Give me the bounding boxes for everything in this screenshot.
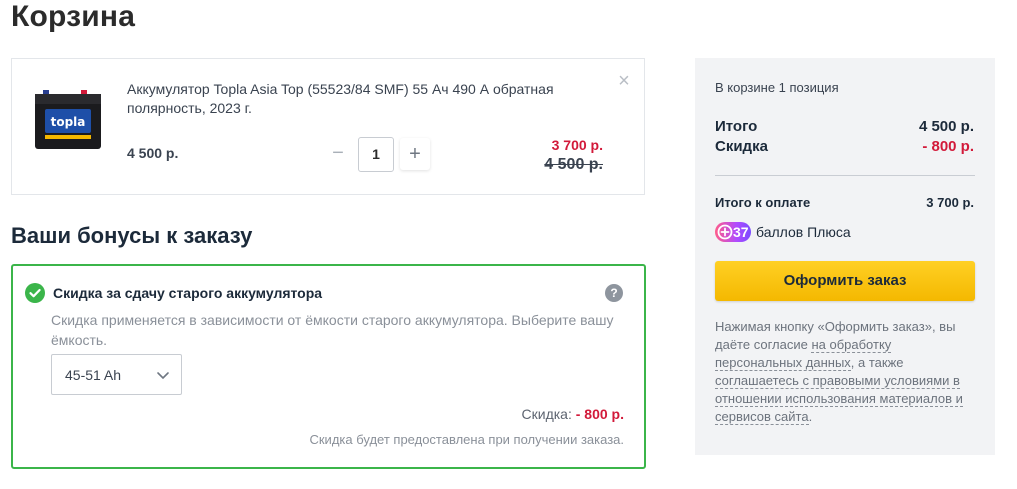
plus-badge: 37 — [715, 222, 751, 242]
divider — [715, 175, 975, 176]
total-value: 4 500 р. — [918, 118, 974, 135]
consent-text: Нажимая кнопку «Оформить заказ», вы даёт… — [715, 318, 977, 426]
quantity-increase-button[interactable]: + — [400, 138, 430, 170]
battery-product-image[interactable]: topla — [31, 77, 107, 153]
items-count: В корзине 1 позиция — [715, 80, 839, 95]
plus-logo-icon — [717, 224, 733, 240]
bonus-section-title: Ваши бонусы к заказу — [11, 223, 253, 248]
discount-label: Скидка — [715, 138, 768, 155]
check-circle-icon[interactable] — [25, 283, 45, 303]
bonus-discount-label: Скидка: — [521, 406, 572, 422]
consent-middle: , а также — [850, 355, 904, 370]
pay-total-label: Итого к оплате — [715, 195, 811, 210]
capacity-select[interactable]: 45-51 Ah — [51, 354, 182, 395]
pay-total-value: 3 700 р. — [926, 195, 974, 210]
bonus-note: Скидка будет предоставлена при получении… — [309, 432, 624, 447]
original-price: 4 500 р. — [544, 156, 603, 173]
bonus-description: Скидка применяется в зависимости от ёмко… — [51, 312, 614, 348]
close-icon[interactable]: × — [615, 71, 633, 91]
quantity-input[interactable]: 1 — [358, 137, 394, 172]
capacity-selected-value: 45-51 Ah — [65, 367, 122, 383]
quantity-decrease-button[interactable]: − — [323, 137, 353, 169]
terms-link[interactable]: соглашаетесь с правовыми условиями в отн… — [715, 373, 963, 425]
page-title: Корзина — [11, 0, 136, 33]
total-label: Итого — [715, 118, 758, 135]
old-battery-discount-card: Скидка за сдачу старого аккумулятора ? С… — [11, 264, 646, 469]
bonus-discount-value: - 800 р. — [575, 406, 624, 422]
bonus-discount: Скидка: - 800 р. — [522, 406, 624, 422]
help-icon[interactable]: ? — [605, 284, 623, 302]
order-summary: В корзине 1 позиция Итого 4 500 р. Скидк… — [695, 58, 995, 455]
plus-text: баллов Плюса — [756, 224, 851, 240]
plus-points: 37 — [733, 224, 749, 240]
discount-value: - 800 р. — [922, 138, 974, 155]
checkout-button[interactable]: Оформить заказ — [715, 261, 975, 301]
cart-item: topla Аккумулятор Topla Asia Top (55523/… — [11, 58, 645, 195]
chevron-down-icon — [156, 368, 170, 382]
unit-price: 4 500 р. — [127, 145, 179, 161]
consent-suffix: . — [808, 409, 813, 424]
bonus-heading: Скидка за сдачу старого аккумулятора — [53, 285, 323, 301]
product-name[interactable]: Аккумулятор Topla Asia Top (55523/84 SMF… — [127, 80, 607, 118]
svg-text:topla: topla — [51, 115, 86, 129]
discounted-price: 3 700 р. — [551, 137, 603, 153]
